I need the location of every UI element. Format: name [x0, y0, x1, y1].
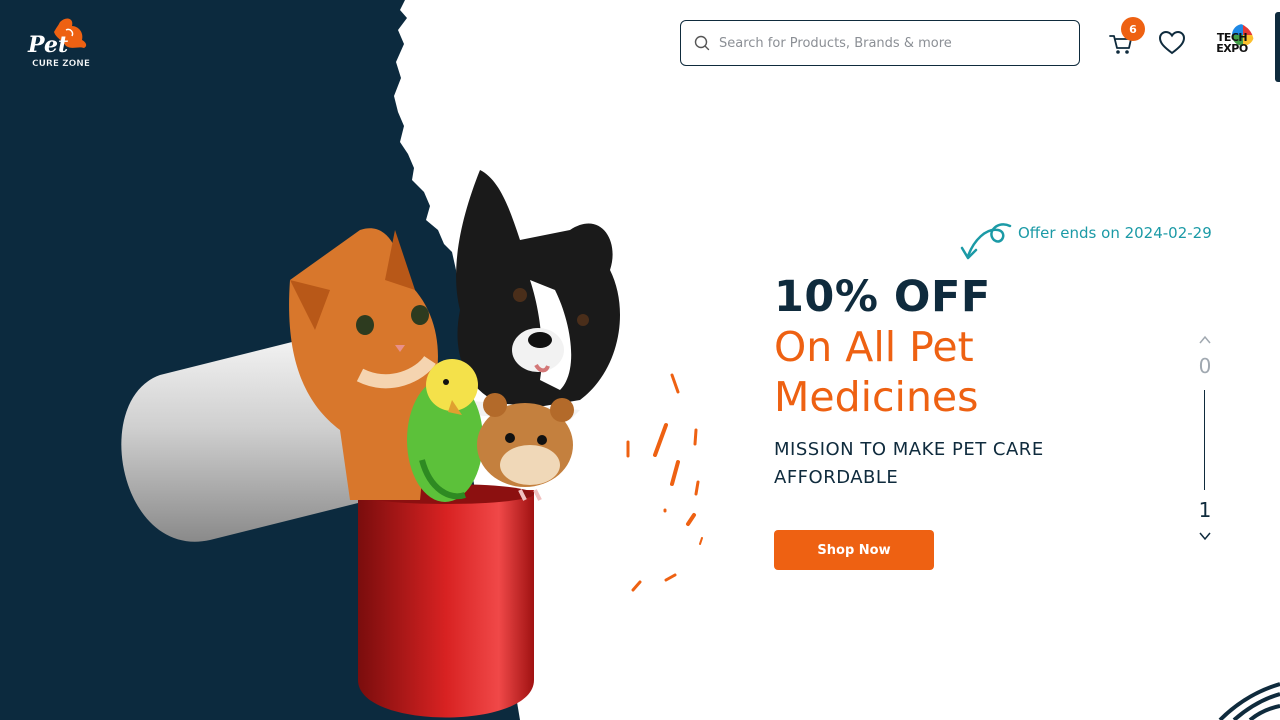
capsule-red-half	[358, 490, 534, 718]
logo[interactable]: Pet CURE ZONE	[26, 16, 102, 72]
hero-pets-capsule-image	[121, 170, 703, 718]
search-input[interactable]	[719, 35, 1059, 51]
hero-headline: 10% OFF	[774, 272, 991, 322]
slider-track	[1204, 390, 1205, 490]
search-icon	[693, 34, 711, 52]
hero-mission-text: MISSION TO MAKE PET CARE AFFORDABLE	[774, 439, 1044, 488]
logo-word: Pet	[27, 32, 68, 58]
page: Pet CURE ZONE 6 TECH EXPO	[0, 0, 1280, 720]
offer-end-note: Offer ends on 2024-02-29	[1018, 224, 1212, 242]
slide-number-next[interactable]: 1	[1190, 498, 1220, 522]
logo-icon: Pet CURE ZONE	[27, 18, 90, 69]
hamster-illustration	[477, 393, 574, 501]
sponsor-avatar[interactable]: TECH EXPO	[1210, 22, 1254, 64]
chevron-up-icon[interactable]	[1198, 334, 1212, 346]
wishlist-button[interactable]	[1158, 30, 1186, 56]
chevron-down-icon[interactable]	[1198, 530, 1212, 542]
corner-swirl-decoration	[1218, 682, 1280, 720]
curly-arrow-icon	[960, 223, 1012, 260]
heart-icon	[1158, 30, 1186, 55]
shop-now-button[interactable]: Shop Now	[774, 530, 934, 570]
orange-splatter-decoration	[626, 373, 703, 592]
logo-subtitle: CURE ZONE	[32, 59, 90, 69]
cart-count-badge: 6	[1121, 17, 1145, 41]
dog-illustration	[456, 170, 620, 420]
hero-subheadline: On All Pet Medicines	[774, 323, 979, 421]
scrollbar-thumb[interactable]	[1275, 12, 1280, 82]
search-bar[interactable]	[680, 20, 1080, 66]
slider-pager: 0 1	[1190, 334, 1220, 546]
sponsor-line2: EXPO	[1216, 42, 1248, 55]
slide-number-current[interactable]: 0	[1190, 354, 1220, 378]
